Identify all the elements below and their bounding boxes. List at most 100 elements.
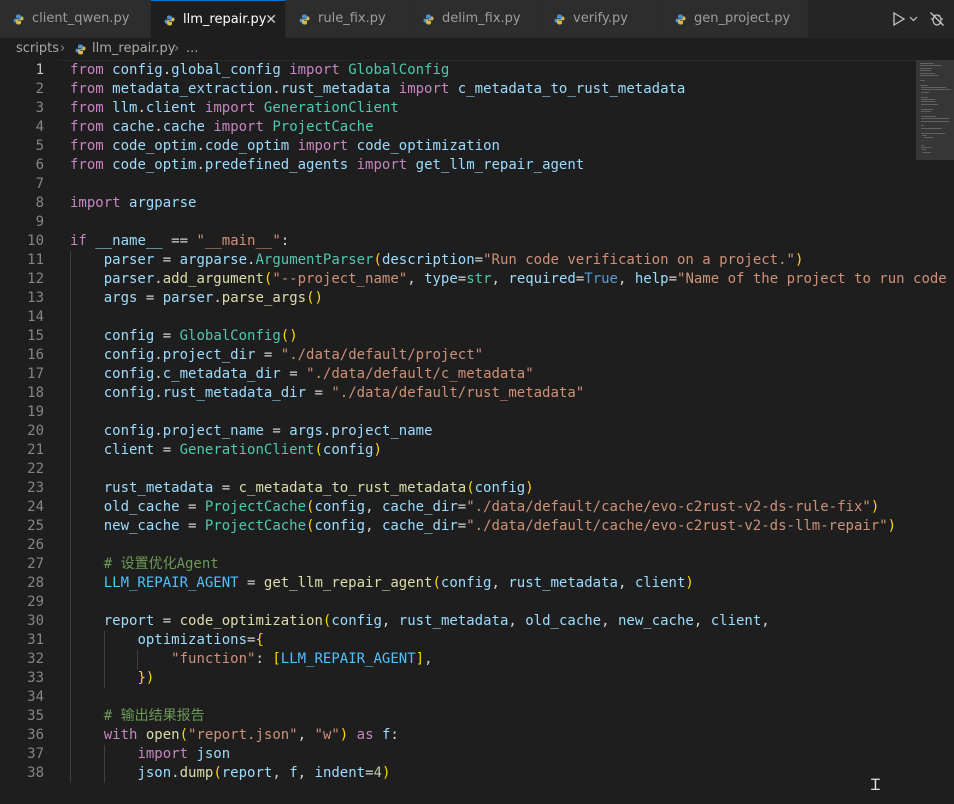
code-line[interactable]: 11 parser = argparse.ArgumentParser(desc… xyxy=(0,251,916,270)
code-text: json.dump(report, f, indent=4) xyxy=(137,765,391,781)
code-text: LLM_REPAIR_AGENT = get_llm_repair_agent(… xyxy=(103,575,694,591)
code-line[interactable]: 9 xyxy=(0,213,916,232)
code-line[interactable]: 37 import json xyxy=(0,745,916,764)
code-text: # 设置优化Agent xyxy=(103,556,219,572)
line-number: 6 xyxy=(35,157,44,173)
line-number: 26 xyxy=(27,537,44,553)
code-line[interactable]: 36 with open("report.json", "w") as f: xyxy=(0,726,916,745)
python-file-icon xyxy=(423,14,434,25)
line-number: 28 xyxy=(27,575,44,591)
code-line[interactable]: 14 xyxy=(0,308,916,327)
code-line[interactable]: 29 xyxy=(0,593,916,612)
tab-verify[interactable]: verify.py xyxy=(541,0,662,38)
code-line[interactable]: 31 optimizations={ xyxy=(0,631,916,650)
code-line[interactable]: 38 json.dump(report, f, indent=4) xyxy=(0,764,916,783)
code-line[interactable]: 34 xyxy=(0,688,916,707)
line-number: 15 xyxy=(27,328,44,344)
line-number: 9 xyxy=(35,214,44,230)
python-file-icon xyxy=(554,14,565,25)
run-icon[interactable] xyxy=(892,11,906,27)
python-file-icon xyxy=(13,14,24,25)
code-line[interactable]: 8 import argparse xyxy=(0,194,916,213)
code-line[interactable]: 22 xyxy=(0,460,916,479)
editor-tab-bar: client_qwen.py llm_repair.py ✕ rule_fix.… xyxy=(0,0,954,38)
line-number: 14 xyxy=(27,309,44,325)
line-number: 4 xyxy=(35,119,44,135)
line-number: 23 xyxy=(27,480,44,496)
code-line[interactable]: 28 LLM_REPAIR_AGENT = get_llm_repair_age… xyxy=(0,574,916,593)
line-number: 13 xyxy=(27,290,44,306)
code-line[interactable]: 21 client = GenerationClient(config) xyxy=(0,441,916,460)
code-line[interactable]: 12 parser.add_argument("--project_name",… xyxy=(0,270,947,289)
code-line[interactable]: 26 xyxy=(0,536,916,555)
tab-rule-fix[interactable]: rule_fix.py xyxy=(286,0,410,38)
code-line[interactable]: 4 from cache.cache import ProjectCache xyxy=(0,118,916,137)
editor-actions xyxy=(884,0,954,38)
code-text: import argparse xyxy=(70,195,197,211)
line-number: 32 xyxy=(27,651,44,667)
code-text: client = GenerationClient(config) xyxy=(103,442,382,458)
code-text: parser.add_argument("--project_name", ty… xyxy=(103,271,947,287)
python-file-icon xyxy=(75,44,86,55)
line-number: 7 xyxy=(35,176,44,192)
code-line[interactable]: 6 from code_optim.predefined_agents impor… xyxy=(0,156,916,175)
line-number: 30 xyxy=(27,613,44,629)
line-number: 38 xyxy=(27,765,44,781)
code-line[interactable]: 10 if __name__ == "__main__": xyxy=(0,232,916,251)
line-number: 36 xyxy=(27,727,44,743)
tab-delim-fix[interactable]: delim_fix.py xyxy=(410,0,541,38)
tab-label: delim_fix.py xyxy=(442,11,521,26)
text-cursor-icon: Ɪ xyxy=(871,775,880,794)
code-line[interactable]: 13 args = parser.parse_args() xyxy=(0,289,916,308)
code-line[interactable]: 32 "function": [LLM_REPAIR_AGENT], xyxy=(0,650,916,669)
code-line[interactable]: 20 config.project_name = args.project_na… xyxy=(0,422,916,441)
code-text: }) xyxy=(137,670,155,686)
chevron-down-icon[interactable] xyxy=(909,11,918,27)
code-line[interactable]: 25 new_cache = ProjectCache(config, cach… xyxy=(0,517,916,536)
code-line[interactable]: 19 xyxy=(0,403,916,422)
code-line[interactable]: 17 config.c_metadata_dir = "./data/defau… xyxy=(0,365,916,384)
code-line[interactable]: 16 config.project_dir = "./data/default/… xyxy=(0,346,916,365)
code-text: if __name__ == "__main__": xyxy=(70,233,290,249)
line-number: 20 xyxy=(27,423,44,439)
code-text: optimizations={ xyxy=(137,632,264,648)
code-line[interactable]: 18 config.rust_metadata_dir = "./data/de… xyxy=(0,384,916,403)
code-line[interactable]: 27 # 设置优化Agent xyxy=(0,555,916,574)
line-number: 29 xyxy=(27,594,44,610)
line-number: 18 xyxy=(27,385,44,401)
code-text: config.project_dir = "./data/default/pro… xyxy=(103,347,484,363)
tab-label: client_qwen.py xyxy=(32,11,130,26)
line-number: 24 xyxy=(27,499,44,515)
close-icon[interactable]: ✕ xyxy=(265,1,277,39)
code-text: from config.global_config import GlobalC… xyxy=(70,62,450,78)
tab-gen-project[interactable]: gen_project.py xyxy=(662,0,808,38)
tab-label: llm_repair.py xyxy=(183,12,267,27)
code-line[interactable]: 2 from metadata_extraction.rust_metadata … xyxy=(0,80,916,99)
line-number: 34 xyxy=(27,689,44,705)
code-line[interactable]: 24 old_cache = ProjectCache(config, cach… xyxy=(0,498,916,517)
line-number: 11 xyxy=(27,252,44,268)
line-number: 37 xyxy=(27,746,44,762)
code-line[interactable]: 30 report = code_optimization(config, ru… xyxy=(0,612,916,631)
line-number: 5 xyxy=(35,138,44,154)
breadcrumb-file[interactable]: llm_repair.py xyxy=(92,38,176,60)
line-number: 22 xyxy=(27,461,44,477)
tab-llm-repair[interactable]: llm_repair.py ✕ xyxy=(151,0,286,38)
code-line[interactable]: 5 from code_optim.code_optim import code_… xyxy=(0,137,916,156)
breadcrumb-folder[interactable]: scripts xyxy=(16,38,59,60)
code-line[interactable]: 15 config = GlobalConfig() xyxy=(0,327,916,346)
breadcrumb-symbol[interactable]: ... xyxy=(186,38,198,60)
code-editor[interactable]: 1 from config.global_config import Global… xyxy=(0,60,954,804)
code-text: from cache.cache import ProjectCache xyxy=(70,119,374,135)
tab-label: verify.py xyxy=(573,11,628,26)
debug-disabled-icon[interactable] xyxy=(929,11,945,27)
minimap-slider[interactable] xyxy=(916,60,954,160)
code-line[interactable]: 23 rust_metadata = c_metadata_to_rust_me… xyxy=(0,479,916,498)
tab-client-qwen[interactable]: client_qwen.py xyxy=(0,0,151,38)
code-line[interactable]: 1 from config.global_config import Global… xyxy=(0,61,916,80)
code-line[interactable]: 7 xyxy=(0,175,916,194)
python-file-icon xyxy=(675,14,686,25)
code-line[interactable]: 33 }) xyxy=(0,669,916,688)
code-line[interactable]: 35 # 输出结果报告 xyxy=(0,707,916,726)
code-line[interactable]: 3 from llm.client import GenerationClient xyxy=(0,99,916,118)
